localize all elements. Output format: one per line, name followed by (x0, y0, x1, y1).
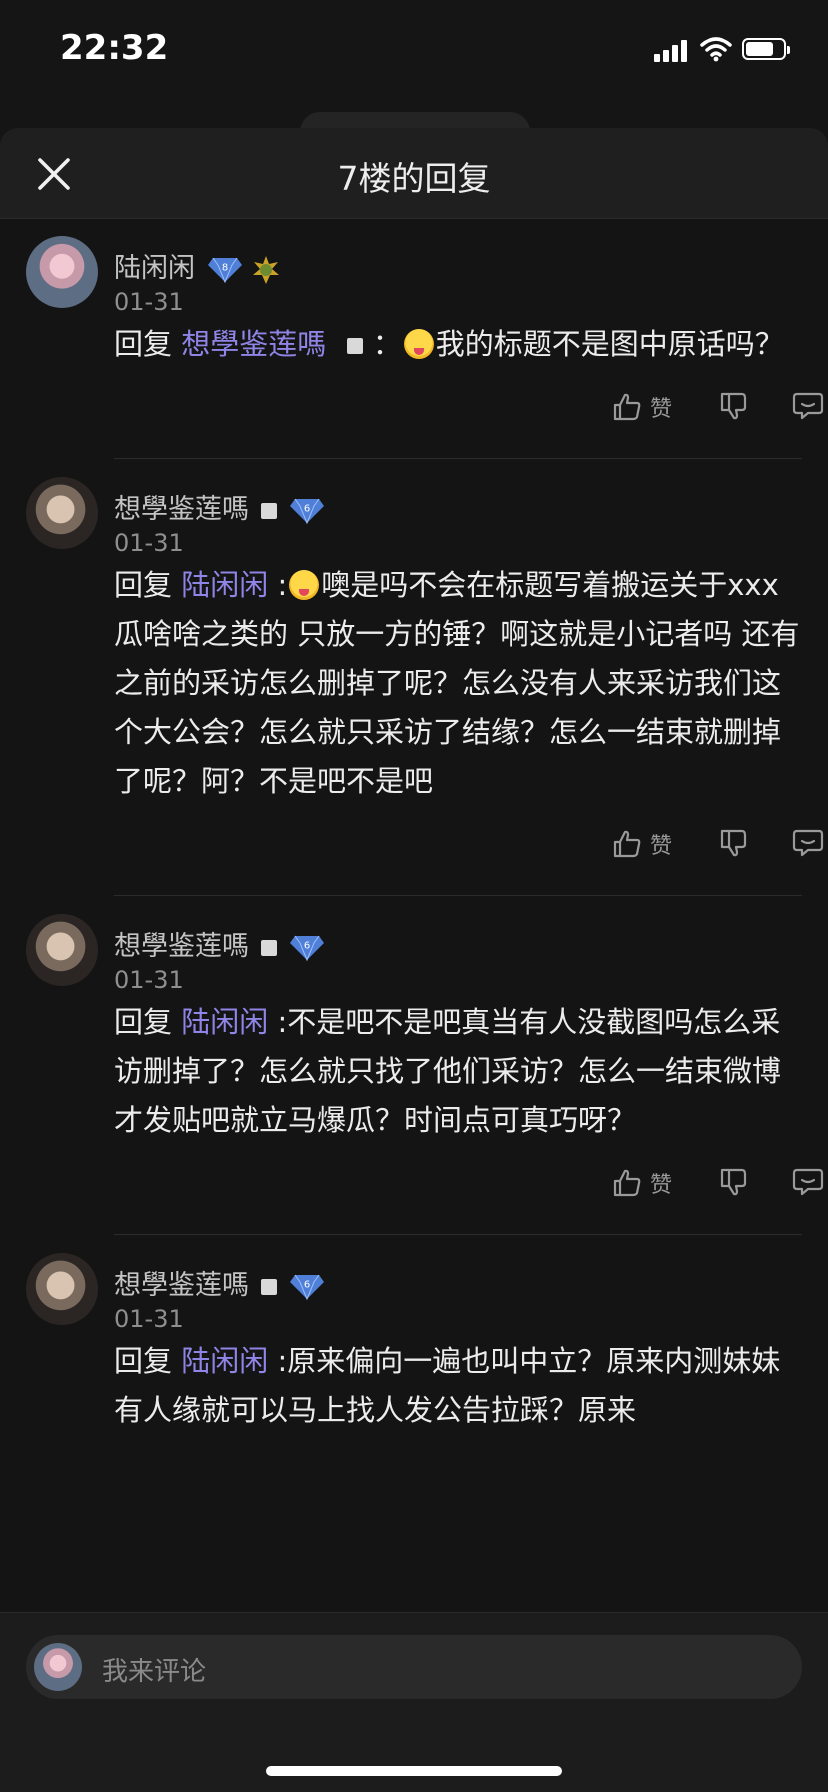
yum-emoji-icon (403, 329, 434, 359)
reply-prefix: 回复 (114, 1344, 173, 1378)
avatar[interactable] (26, 477, 98, 549)
comment-icon[interactable] (792, 1167, 824, 1197)
thumbs-up-icon (613, 1169, 641, 1197)
like-button[interactable]: 赞 (612, 828, 672, 860)
comment-icon[interactable] (792, 391, 824, 421)
signal-icon (654, 40, 688, 62)
comment-actions: 赞 (26, 1145, 824, 1235)
thumbs-down-icon[interactable] (718, 828, 748, 858)
avatar[interactable] (26, 236, 98, 308)
status-time: 22:32 (60, 28, 169, 68)
comment-composer: 我来评论 (0, 1612, 828, 1792)
list-item: 陆闲闲 8 01-31 回复 想學鉴莲嗎 ： 我的标题不是图中原话吗？ 赞 (0, 218, 828, 459)
avatar (34, 1643, 82, 1691)
comment-input[interactable]: 我来评论 (26, 1635, 802, 1699)
comment-date: 01-31 (114, 529, 184, 557)
thumbs-up-icon (613, 393, 641, 421)
user-tag-icon (261, 939, 277, 956)
comment-actions: 赞 (26, 806, 824, 896)
separator: : (277, 1005, 288, 1039)
reply-list[interactable]: 陆闲闲 8 01-31 回复 想學鉴莲嗎 ： 我的标题不是图中原话吗？ 赞 想學鉴… (0, 218, 828, 1642)
level-number: 8 (222, 262, 228, 273)
comment-date: 01-31 (114, 966, 184, 994)
reply-prefix: 回复 (114, 568, 173, 602)
username-text[interactable]: 陆闲闲 (114, 253, 195, 284)
wifi-icon (700, 37, 732, 62)
level-badge-icon: 6 (290, 498, 324, 524)
avatar[interactable] (26, 1253, 98, 1325)
comment-text: 噢是吗不会在标题写着搬运关于xxx瓜啥啥之类的 只放一方的锤？啊这就是小记者吗 … (114, 568, 800, 798)
separator: : (277, 1344, 288, 1378)
mention-link[interactable]: 陆闲闲 (181, 1005, 268, 1039)
separator: : (277, 568, 288, 602)
yum-emoji-icon (289, 570, 320, 600)
level-badge-icon: 8 (208, 257, 242, 283)
thumbs-up-icon (613, 830, 641, 858)
like-label: 赞 (650, 397, 673, 422)
user-tag-icon (347, 338, 364, 354)
username[interactable]: 想學鉴莲嗎 6 (114, 1263, 325, 1302)
status-bar: 22:32 (0, 0, 828, 100)
level-badge-icon: 6 (290, 1274, 324, 1300)
home-indicator[interactable] (266, 1766, 562, 1776)
username[interactable]: 想學鉴莲嗎 6 (114, 924, 325, 963)
list-item: 想學鉴莲嗎 6 01-31 回复 陆闲闲 : 噢是吗不会在标题写着搬运关于xxx瓜啥… (0, 459, 828, 896)
like-label: 赞 (650, 834, 673, 859)
thumbs-down-icon[interactable] (718, 391, 748, 421)
battery-icon (742, 38, 790, 60)
user-tag-icon (261, 1278, 277, 1295)
like-label: 赞 (650, 1173, 673, 1198)
user-tag-icon (261, 502, 277, 519)
comment-actions: 赞 (26, 369, 824, 459)
level-badge-icon: 6 (290, 935, 324, 961)
sheet-header: 7楼的回复 (0, 128, 828, 219)
like-button[interactable]: 赞 (612, 391, 672, 423)
mention-link[interactable]: 陆闲闲 (181, 568, 268, 602)
medal-icon (253, 255, 279, 284)
reply-sheet: 7楼的回复 陆闲闲 8 01-31 回复 想學鉴莲嗎 ： 我的标题不是图中原话吗？ … (0, 128, 828, 1792)
comment-date: 01-31 (114, 288, 184, 316)
thumbs-down-icon[interactable] (718, 1167, 748, 1197)
comment-placeholder: 我来评论 (102, 1657, 207, 1687)
username-text[interactable]: 想學鉴莲嗎 (114, 931, 249, 962)
username[interactable]: 想學鉴莲嗎 6 (114, 487, 325, 526)
mention-link[interactable]: 陆闲闲 (181, 1344, 268, 1378)
level-number: 6 (304, 1279, 310, 1290)
separator: ： (372, 327, 402, 361)
comment-text: 我的标题不是图中原话吗？ (435, 327, 784, 361)
level-number: 6 (304, 503, 310, 514)
reply-prefix: 回复 (114, 1005, 173, 1039)
like-button[interactable]: 赞 (612, 1167, 672, 1199)
comment-date: 01-31 (114, 1305, 184, 1333)
comment-icon[interactable] (792, 828, 824, 858)
username-text[interactable]: 想學鉴莲嗎 (114, 494, 249, 525)
username[interactable]: 陆闲闲 8 (114, 246, 281, 285)
list-item: 想學鉴莲嗎 6 01-31 回复 陆闲闲 :原来偏向一遍也叫中立？原来内测妹妹有人… (0, 1235, 828, 1435)
reply-prefix: 回复 (114, 327, 173, 361)
mention-link[interactable]: 想學鉴莲嗎 (181, 327, 326, 361)
avatar[interactable] (26, 914, 98, 986)
level-number: 6 (304, 940, 310, 951)
username-text[interactable]: 想學鉴莲嗎 (114, 1270, 249, 1301)
list-item: 想學鉴莲嗎 6 01-31 回复 陆闲闲 :不是吧不是吧真当有人没截图吗怎么采访删… (0, 896, 828, 1235)
page-title: 7楼的回复 (337, 159, 491, 198)
